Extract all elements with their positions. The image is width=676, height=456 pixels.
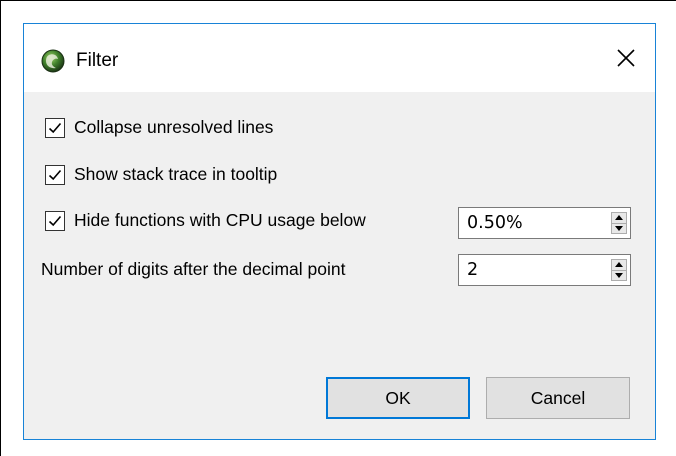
cpu-threshold-increment[interactable] (612, 213, 626, 224)
decimal-digits-spin-buttons (611, 259, 627, 281)
close-button[interactable] (604, 40, 648, 80)
collapse-unresolved-checkbox[interactable] (45, 117, 65, 138)
hide-functions-checkbox[interactable] (45, 210, 65, 231)
app-globe-icon (41, 49, 65, 73)
cpu-threshold-spin-buttons (611, 212, 627, 234)
arrow-down-icon (615, 272, 623, 278)
decimal-digits-value[interactable]: 2 (467, 260, 478, 280)
checkmark-icon (48, 215, 62, 226)
collapse-unresolved-option[interactable]: Collapse unresolved lines (45, 117, 273, 138)
show-stack-trace-option[interactable]: Show stack trace in tooltip (45, 164, 277, 185)
decimal-digits-spinbox[interactable]: 2 (458, 254, 631, 286)
dialog-title: Filter (76, 50, 119, 71)
hide-functions-label: Hide functions with CPU usage below (74, 210, 366, 230)
close-icon (616, 48, 636, 73)
filter-dialog: Filter Collapse unresolved lines Show st… (23, 23, 656, 440)
title-bar: Filter (24, 24, 655, 92)
show-stack-trace-label: Show stack trace in tooltip (74, 164, 278, 184)
decimal-digits-increment[interactable] (612, 260, 626, 271)
checkmark-icon (48, 122, 62, 133)
arrow-up-icon (615, 215, 623, 221)
checkmark-icon (48, 169, 62, 180)
hide-functions-option[interactable]: Hide functions with CPU usage below (45, 210, 366, 231)
cpu-threshold-decrement[interactable] (612, 224, 626, 234)
decimal-digits-label: Number of digits after the decimal point (41, 259, 346, 279)
ok-button[interactable]: OK (326, 377, 470, 419)
arrow-up-icon (615, 262, 623, 268)
collapse-unresolved-label: Collapse unresolved lines (74, 117, 274, 137)
cancel-button[interactable]: Cancel (486, 377, 630, 419)
cpu-threshold-value[interactable]: 0.50% (467, 213, 523, 233)
show-stack-trace-checkbox[interactable] (45, 164, 65, 185)
dialog-content: Collapse unresolved lines Show stack tra… (24, 92, 655, 439)
arrow-down-icon (615, 225, 623, 231)
cpu-threshold-spinbox[interactable]: 0.50% (458, 207, 631, 239)
decimal-digits-decrement[interactable] (612, 271, 626, 281)
